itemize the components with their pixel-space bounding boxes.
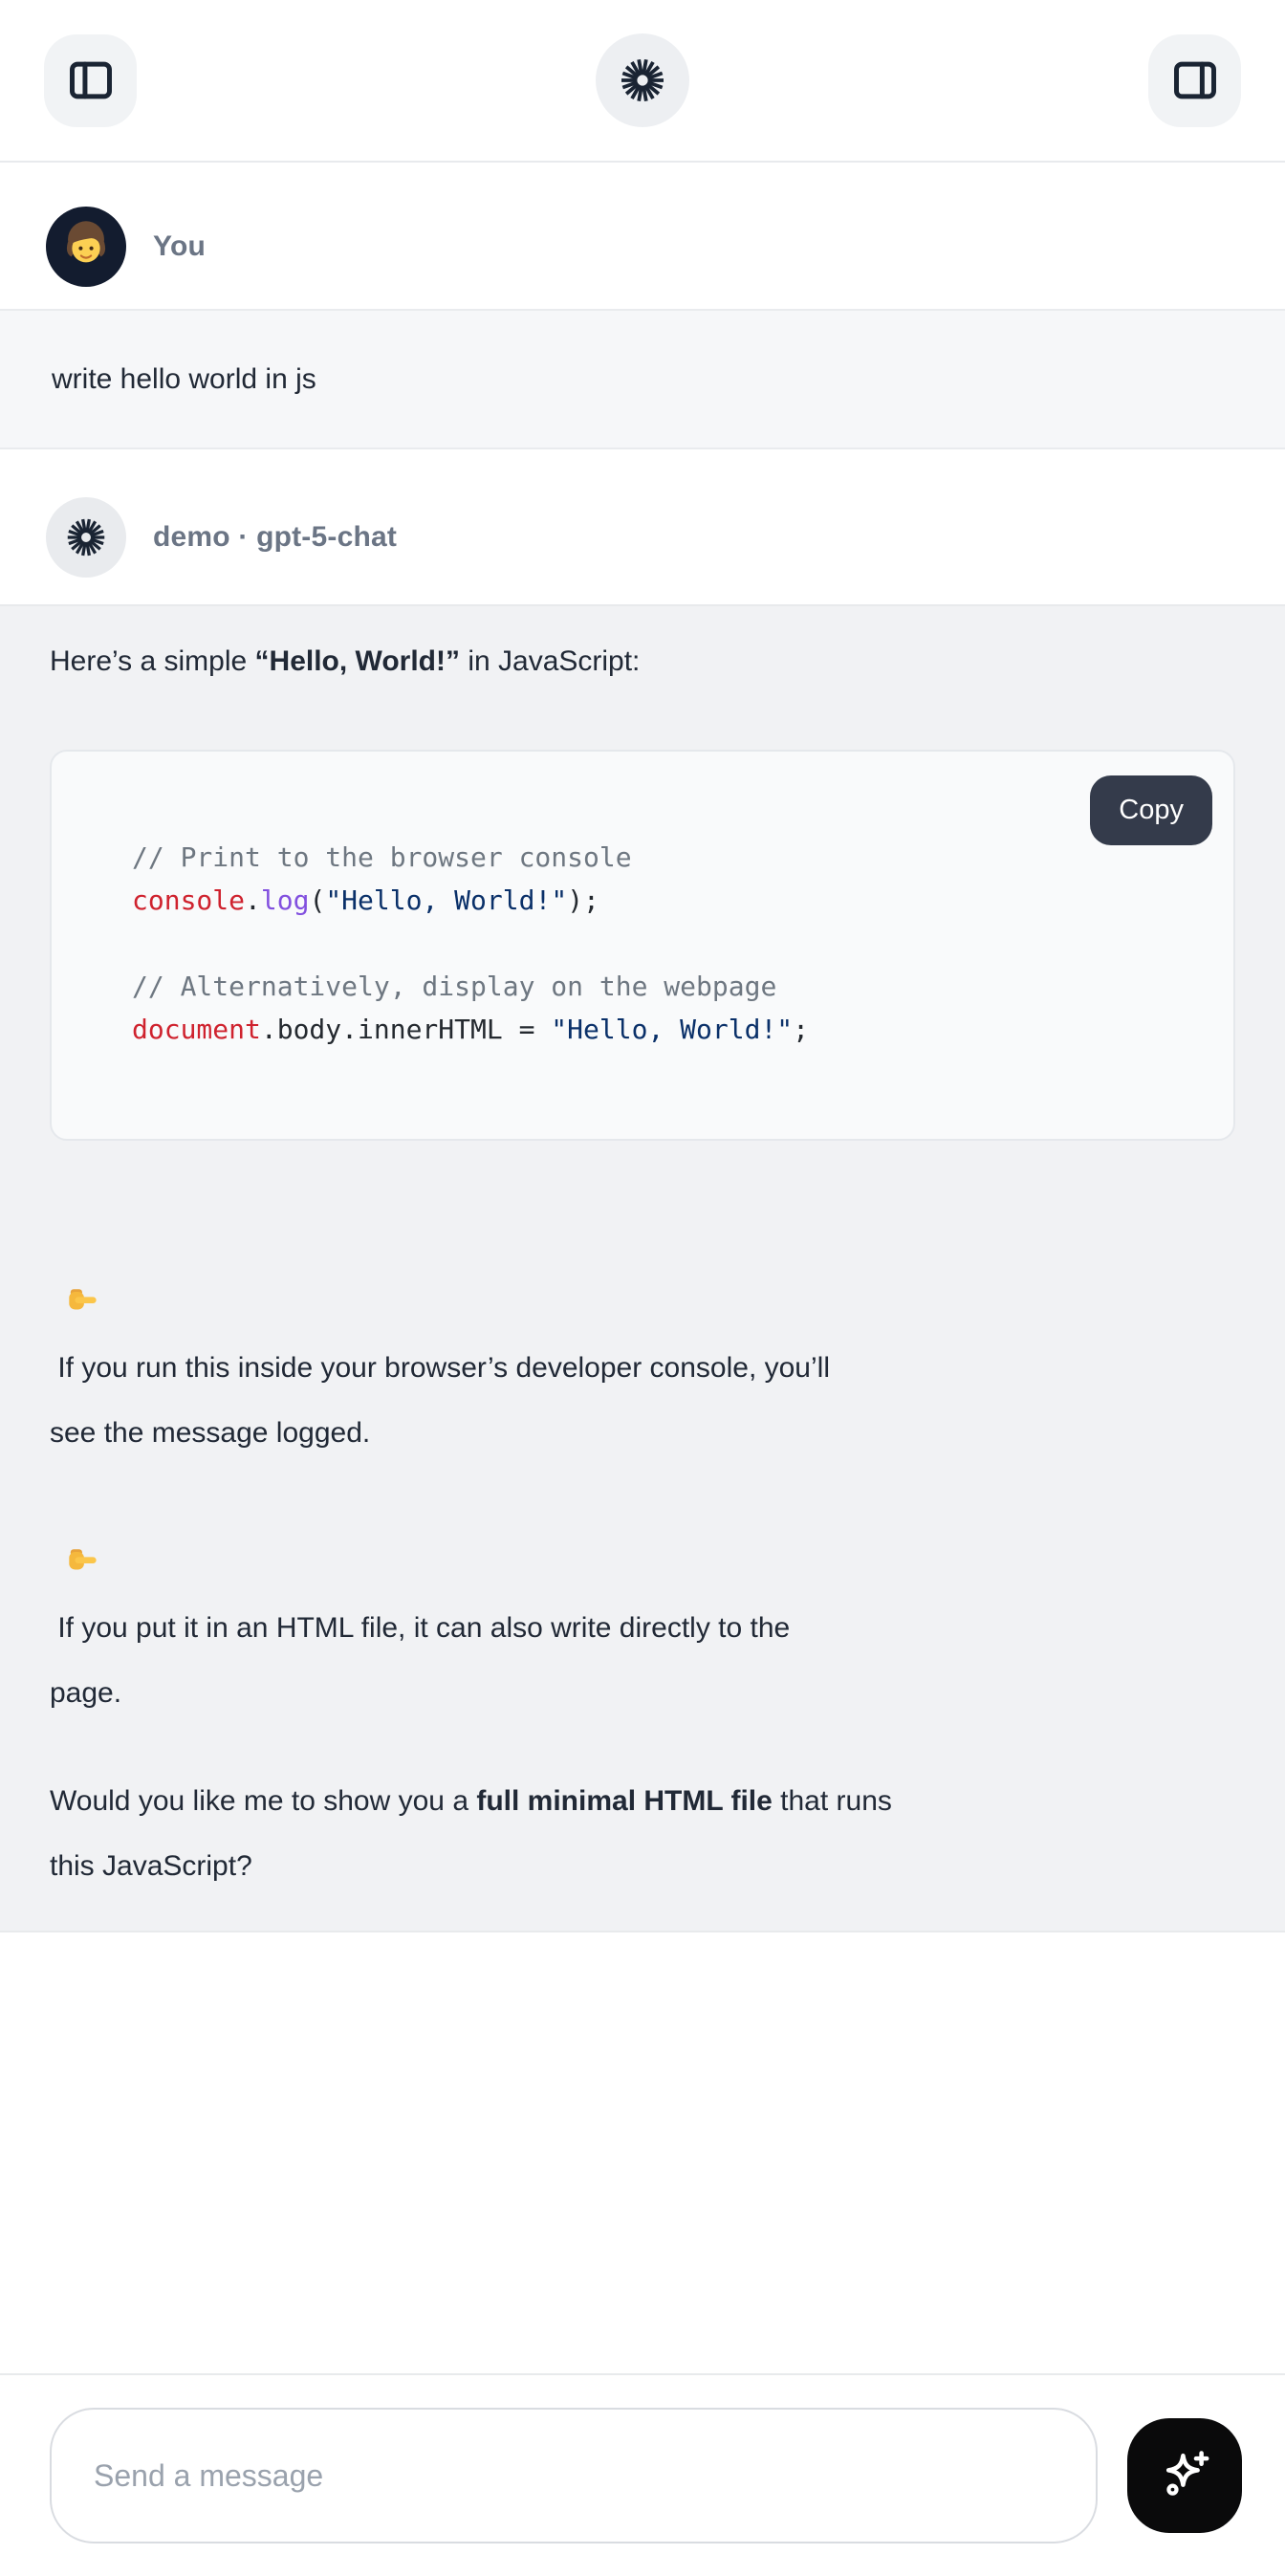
assistant-paragraph: If you run this inside your browser’s de…	[50, 1206, 1235, 1726]
top-bar	[0, 0, 1285, 163]
copy-button[interactable]: Copy	[1090, 775, 1212, 845]
right-panel-toggle-button[interactable]	[1148, 34, 1241, 127]
assistant-sender-row: demo · gpt-5-chat	[46, 497, 1285, 578]
user-sender-row: You	[46, 207, 1285, 287]
panel-right-icon	[1170, 55, 1220, 105]
message-input[interactable]	[50, 2408, 1098, 2543]
assistant-sender-label: demo · gpt-5-chat	[153, 521, 397, 554]
code-block: Copy // Print to the browser consolecons…	[50, 750, 1235, 1141]
assistant-intro-text: Here’s a simple “Hello, World!” in JavaS…	[50, 641, 1235, 683]
sidebar-toggle-button[interactable]	[44, 34, 137, 127]
chat-app: You write hello world in js demo · gpt-5…	[0, 0, 1285, 2576]
model-logo-button[interactable]	[596, 33, 689, 127]
starburst-icon	[66, 517, 106, 557]
user-message: write hello world in js	[0, 309, 1285, 449]
chat-thread: You write hello world in js demo · gpt-5…	[0, 207, 1285, 1932]
user-message-text: write hello world in js	[52, 363, 316, 396]
sparkles-icon	[1154, 2445, 1215, 2506]
person-emoji-icon	[56, 217, 116, 276]
assistant-paragraph: Would you like me to show you a full min…	[50, 1769, 1235, 1899]
composer-bar	[0, 2373, 1285, 2576]
code-content: // Print to the browser consoleconsole.l…	[132, 836, 1195, 1051]
assistant-avatar	[46, 497, 126, 578]
pointing-right-icon	[66, 1544, 98, 1577]
user-sender-label: You	[153, 230, 206, 263]
user-avatar	[46, 207, 126, 287]
assistant-message: Here’s a simple “Hello, World!” in JavaS…	[0, 604, 1285, 1932]
pointing-right-icon	[66, 1284, 98, 1317]
panel-left-icon	[66, 55, 116, 105]
starburst-icon	[620, 57, 665, 103]
send-button[interactable]	[1127, 2418, 1242, 2533]
